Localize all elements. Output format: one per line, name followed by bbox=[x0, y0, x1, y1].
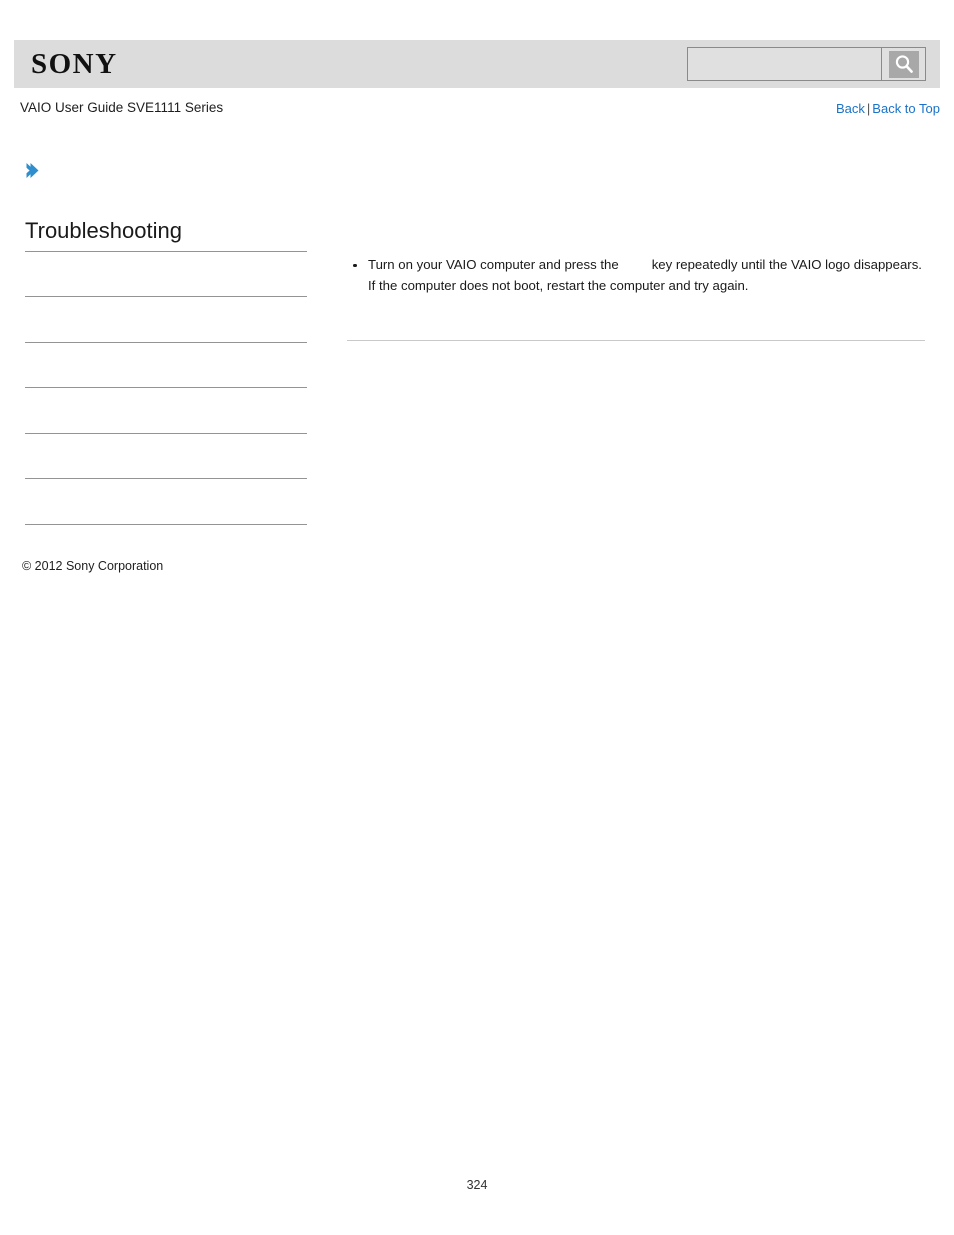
sidebar-item-3[interactable] bbox=[25, 388, 307, 434]
bullet-text-before-key: Turn on your VAIO computer and press the bbox=[368, 257, 619, 272]
main-content: Turn on your VAIO computer and press the… bbox=[347, 255, 925, 296]
sub-header: VAIO User Guide SVE1111 Series Back | Back… bbox=[14, 100, 940, 122]
content-divider bbox=[347, 340, 925, 341]
sidebar-item-1[interactable] bbox=[25, 297, 307, 343]
key-image-placeholder bbox=[619, 260, 652, 272]
back-to-top-link[interactable]: Back to Top bbox=[872, 101, 940, 116]
list-item: Turn on your VAIO computer and press the… bbox=[347, 255, 925, 296]
header-nav-links: Back | Back to Top bbox=[836, 101, 940, 116]
sidebar-item-4[interactable] bbox=[25, 434, 307, 480]
guide-title: VAIO User Guide SVE1111 Series bbox=[20, 100, 224, 115]
site-header: SONY bbox=[14, 40, 940, 88]
sidebar-item-5[interactable] bbox=[25, 479, 307, 526]
sony-logo: SONY bbox=[31, 47, 118, 80]
copyright-notice: © 2012 Sony Corporation bbox=[22, 559, 164, 573]
back-link[interactable]: Back bbox=[836, 101, 865, 116]
sidebar-item-2[interactable] bbox=[25, 343, 307, 389]
page-number: 324 bbox=[466, 1178, 488, 1192]
sidebar: Troubleshooting bbox=[25, 218, 307, 526]
bullet-extra-line: If the computer does not boot, restart t… bbox=[368, 277, 749, 293]
search-icon bbox=[888, 50, 919, 78]
search-input[interactable] bbox=[688, 48, 881, 80]
breadcrumb bbox=[24, 160, 49, 186]
search-button[interactable] bbox=[881, 48, 925, 80]
search-group bbox=[687, 47, 926, 81]
sidebar-item-0[interactable] bbox=[25, 252, 307, 298]
bullet-text-after-key: key repeatedly until the VAIO logo disap… bbox=[651, 257, 922, 272]
chevron-right-icon[interactable] bbox=[24, 161, 41, 185]
instruction-list: Turn on your VAIO computer and press the… bbox=[347, 255, 925, 296]
sidebar-title: Troubleshooting bbox=[25, 218, 307, 252]
